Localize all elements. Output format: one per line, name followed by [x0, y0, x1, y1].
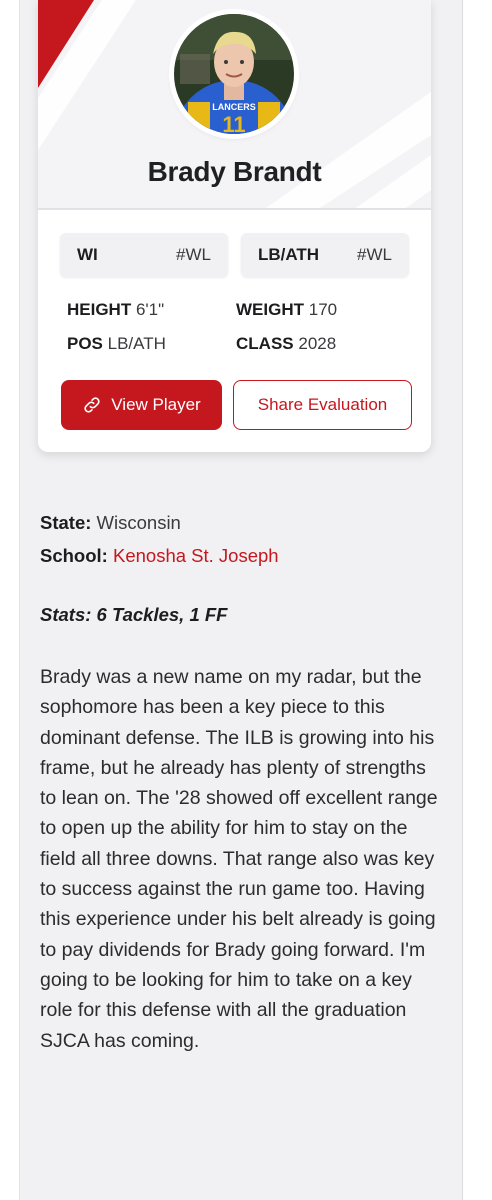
state-value: Wisconsin — [96, 512, 181, 533]
jersey-number: 11 — [222, 112, 245, 134]
class-label: CLASS — [236, 334, 294, 353]
stats-line: Stats: 6 Tackles, 1 FF — [40, 604, 228, 625]
school-label: School: — [40, 545, 108, 566]
share-evaluation-button[interactable]: Share Evaluation — [233, 380, 412, 430]
view-player-label: View Player — [111, 395, 201, 414]
player-avatar: LANCERS 11 — [174, 14, 294, 134]
view-player-button[interactable]: View Player — [61, 380, 222, 430]
state-rank-tag: WI #WL — [60, 233, 228, 277]
tag-rank: #WL — [357, 245, 392, 264]
page-right-gutter — [462, 0, 492, 1200]
height-value: 6'1" — [135, 300, 165, 319]
height-label: HEIGHT — [67, 300, 132, 319]
player-name: Brady Brandt — [147, 156, 322, 187]
school-line: School: Kenosha St. Joseph — [40, 545, 279, 567]
class-attribute: CLASS 2028 — [236, 334, 336, 354]
school-link[interactable]: Kenosha St. Joseph — [113, 545, 279, 566]
jersey-text: LANCERS — [212, 102, 256, 112]
share-evaluation-label: Share Evaluation — [257, 395, 388, 414]
weight-value: 170 — [308, 300, 338, 319]
player-card-header: LANCERS 11 Brady Brandt — [38, 0, 431, 210]
position-attribute: POS LB/ATH — [67, 334, 166, 354]
player-photo: LANCERS 11 — [174, 14, 294, 134]
state-line: State: Wisconsin — [40, 512, 181, 534]
state-label: State: — [40, 512, 92, 533]
tag-label: WI — [77, 245, 98, 264]
tag-label: LB/ATH — [258, 245, 320, 264]
tag-rank: #WL — [176, 245, 211, 264]
link-icon — [84, 397, 100, 413]
player-tags: WI #WL LB/ATH #WL — [60, 233, 409, 277]
height-attribute: HEIGHT 6'1" — [67, 300, 164, 320]
weight-label: WEIGHT — [236, 300, 304, 319]
weight-attribute: WEIGHT 170 — [236, 300, 337, 320]
class-value: 2028 — [298, 334, 337, 353]
page-left-gutter — [0, 0, 20, 1200]
player-card: LANCERS 11 Brady Brandt WI #WL LB/ATH #W… — [38, 0, 431, 452]
position-rank-tag: LB/ATH #WL — [241, 233, 409, 277]
pos-label: POS — [67, 334, 103, 353]
evaluation-text: Brady was a new name on my radar, but th… — [40, 666, 438, 1052]
pos-value: LB/ATH — [107, 334, 166, 353]
